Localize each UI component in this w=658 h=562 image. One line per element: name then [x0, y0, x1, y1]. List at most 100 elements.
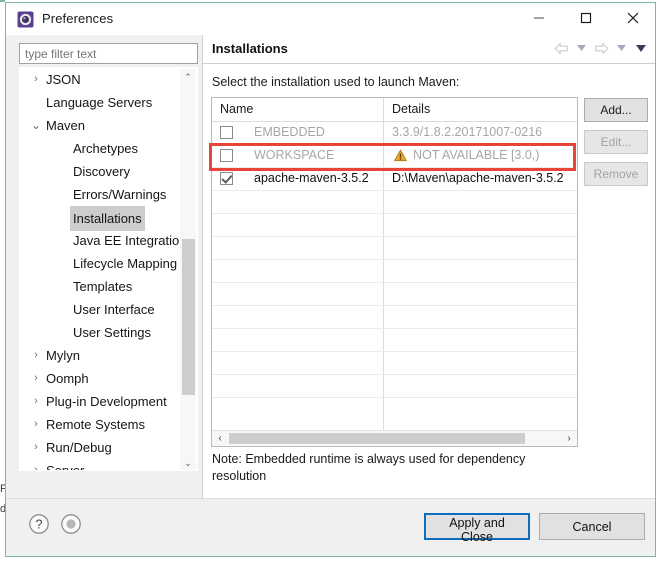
dialog-body: › JSON Language Servers ⌄ Maven Archetypes Dis… [6, 35, 655, 532]
page-description: Select the installation used to launch M… [212, 75, 460, 89]
circle-dot-icon[interactable] [60, 513, 82, 535]
table-hscroll-thumb[interactable] [229, 433, 525, 444]
sidebar-item-server[interactable]: › Server [20, 459, 182, 470]
sidebar-item-label: Run/Debug [46, 440, 112, 455]
sidebar-item-label: Discovery [73, 164, 131, 179]
sidebar-item-remote-systems[interactable]: › Remote Systems [20, 413, 182, 436]
sidebar-item-java-ee-integration[interactable]: Java EE Integration [20, 229, 182, 252]
sidebar-item-maven[interactable]: ⌄ Maven [20, 114, 182, 137]
table-row[interactable]: apache-maven-3.5.2 D:\Maven\apache-maven-… [212, 168, 577, 191]
sidebar-item-label: Server [46, 459, 84, 470]
remove-button: Remove [584, 162, 648, 186]
installations-table: Name Details EMBEDDED 3.3.9/1.8.2.2017100… [211, 97, 578, 447]
table-row[interactable]: WORKSPACE NOT AVAILABLE [3.0,) [212, 145, 577, 168]
sidebar-item-run-debug[interactable]: › Run/Debug [20, 436, 182, 459]
maximize-button[interactable] [563, 3, 609, 33]
sidebar-item-json[interactable]: › JSON [20, 68, 182, 91]
svg-text:?: ? [36, 518, 43, 532]
table-horizontal-scrollbar[interactable]: ‹ › [212, 430, 577, 446]
table-row-empty [212, 283, 577, 306]
row-checkbox[interactable] [220, 149, 233, 162]
chevron-right-icon[interactable]: › [30, 68, 42, 91]
page-nav-icons [553, 40, 649, 56]
preferences-tree: › JSON Language Servers ⌄ Maven Archetypes Dis… [19, 67, 198, 471]
cancel-button[interactable]: Cancel [539, 513, 645, 540]
table-row-empty [212, 191, 577, 214]
installations-page: Installations Select the installation us… [202, 35, 655, 529]
arrow-left-icon[interactable] [553, 40, 569, 56]
sidebar-item-errors-warnings[interactable]: Errors/Warnings [20, 183, 182, 206]
preferences-dialog: Preferences › JSON Language Servers ⌄ Maven [5, 2, 656, 557]
sidebar-item-label: Plug-in Development [46, 394, 167, 409]
table-header: Name Details [212, 98, 577, 122]
sidebar-item-label: Oomph [46, 371, 89, 386]
chevron-right-icon[interactable]: › [30, 413, 42, 436]
close-button[interactable] [610, 3, 656, 33]
sidebar-vertical-scrollbar[interactable]: ⌃ ⌄ [180, 69, 196, 470]
sidebar-item-label: JSON [46, 72, 81, 87]
sidebar-item-templates[interactable]: Templates [20, 275, 182, 298]
sidebar-item-lifecycle-mapping[interactable]: Lifecycle Mapping [20, 252, 182, 275]
column-header-name[interactable]: Name [220, 102, 253, 116]
warning-icon [394, 149, 407, 162]
table-row-empty [212, 260, 577, 283]
chevron-down-icon[interactable]: ⌄ [30, 114, 42, 137]
sidebar-item-mylyn[interactable]: › Mylyn [20, 344, 182, 367]
table-scroll-left-icon[interactable]: ‹ [212, 431, 228, 446]
screenshot-root: F di Preferences [0, 0, 658, 562]
title-bar: Preferences [6, 3, 655, 35]
sidebar-item-discovery[interactable]: Discovery [20, 160, 182, 183]
row-name: EMBEDDED [254, 125, 325, 139]
sidebar-item-language-servers[interactable]: Language Servers [20, 91, 182, 114]
sidebar-item-plug-in-development[interactable]: › Plug-in Development [20, 390, 182, 413]
arrow-right-icon[interactable] [593, 40, 609, 56]
chevron-right-icon[interactable]: › [30, 436, 42, 459]
filter-input[interactable] [19, 43, 198, 64]
table-row-empty [212, 214, 577, 237]
sidebar-scroll-thumb[interactable] [182, 239, 195, 395]
sidebar-item-label: Mylyn [46, 348, 80, 363]
table-body: EMBEDDED 3.3.9/1.8.2.20171007-0216 WORKSPA… [212, 122, 577, 430]
sidebar-item-label: Remote Systems [46, 417, 145, 432]
apply-and-close-button[interactable]: Apply and Close [424, 513, 530, 544]
chevron-right-icon[interactable]: › [30, 390, 42, 413]
table-row-empty [212, 329, 577, 352]
view-menu-chevron-down-filled-icon[interactable] [633, 40, 649, 56]
sidebar-item-installations[interactable]: Installations [20, 206, 182, 231]
table-row[interactable]: EMBEDDED 3.3.9/1.8.2.20171007-0216 [212, 122, 577, 145]
question-mark-icon[interactable]: ? [28, 513, 50, 535]
sidebar-item-label: User Interface [73, 302, 155, 317]
row-details: D:\Maven\apache-maven-3.5.2 [392, 171, 564, 185]
sidebar-item-label: Archetypes [73, 141, 139, 156]
row-checkbox[interactable] [220, 172, 233, 185]
sidebar-item-user-settings[interactable]: User Settings [20, 321, 182, 344]
scroll-down-icon[interactable]: ⌄ [180, 455, 196, 470]
scroll-up-icon[interactable]: ⌃ [180, 69, 196, 85]
edit-button: Edit... [584, 130, 648, 154]
preferences-sidebar: › JSON Language Servers ⌄ Maven Archetypes Dis… [14, 39, 199, 532]
sidebar-item-label: Installations [70, 206, 145, 231]
sidebar-item-label: Maven [46, 118, 86, 133]
table-row-empty [212, 237, 577, 260]
page-header: Installations [203, 35, 655, 64]
row-checkbox[interactable] [220, 126, 233, 139]
sidebar-item-archetypes[interactable]: Archetypes [20, 137, 182, 160]
sidebar-item-label: Java EE Integration [73, 233, 182, 248]
add-button[interactable]: Add... [584, 98, 648, 122]
row-name: apache-maven-3.5.2 [254, 171, 369, 185]
window-title: Preferences [42, 11, 114, 26]
note-text: Note: Embedded runtime is always used fo… [212, 452, 526, 483]
table-row-empty [212, 306, 577, 329]
back-history-chevron-down-icon[interactable] [573, 40, 589, 56]
minimize-button[interactable] [516, 3, 562, 33]
chevron-right-icon[interactable]: › [30, 367, 42, 390]
table-row-empty [212, 375, 577, 398]
sidebar-item-label: Templates [73, 279, 133, 294]
sidebar-item-oomph[interactable]: › Oomph [20, 367, 182, 390]
table-scroll-right-icon[interactable]: › [561, 431, 577, 446]
chevron-right-icon[interactable]: › [30, 344, 42, 367]
forward-history-chevron-down-icon[interactable] [613, 40, 629, 56]
sidebar-item-user-interface[interactable]: User Interface [20, 298, 182, 321]
chevron-right-icon[interactable]: › [30, 459, 42, 470]
column-header-details[interactable]: Details [392, 102, 430, 116]
